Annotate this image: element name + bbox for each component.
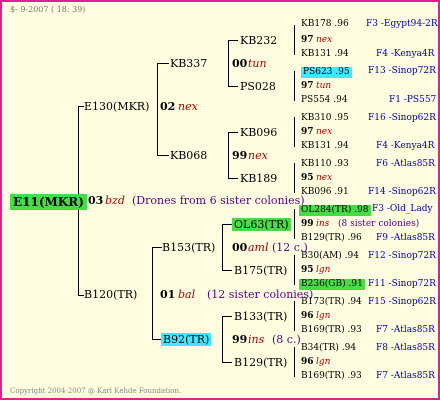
parent-2-code: bal (178, 288, 196, 301)
grandparent-2-code: nex (248, 149, 268, 162)
root-breeder-code: bzd (105, 194, 125, 207)
ggg-1-name: KB178 .96 (301, 19, 349, 29)
ggg-8-name: KB096 .91 (301, 187, 349, 197)
gg-8-year: 96 (301, 357, 314, 367)
ggg-6-name: KB131 .94 (301, 141, 349, 151)
grandparent-1-label[interactable]: KB337 (170, 58, 207, 69)
grandparent-3-label[interactable]: B153(TR) (162, 242, 215, 253)
great-grandparent-2-label[interactable]: PS028 (240, 81, 276, 92)
gg-2-year: 97 (301, 81, 314, 91)
great-grandparent-1-label[interactable]: KB232 (240, 35, 277, 46)
ggg-15-link[interactable]: F8 -Atlas85R (376, 344, 435, 353)
parent-1-code: nex (178, 100, 198, 113)
ggg-14-link[interactable]: F7 -Atlas85R (376, 326, 435, 335)
great-grandparent-7-label[interactable]: B133(TR) (234, 311, 287, 322)
ggg-4-name: PS554 .94 (301, 95, 348, 105)
great-grandparent-4-label[interactable]: KB189 (240, 173, 277, 184)
ggg-10-link[interactable]: F9 -Atlas85R (376, 234, 435, 243)
parent-2-label[interactable]: B120(TR) (84, 289, 137, 300)
copyright-footer: Copyright 2004-2007 @ Karl Kehde Foundat… (10, 387, 182, 395)
ggg-8-link[interactable]: F14 -Sinop62R (368, 188, 436, 197)
chart-timestamp: $- 9-2007 ( 18: 39) (10, 5, 86, 14)
grandparent-4-note: (8 c.) (272, 333, 301, 346)
ggg-12-link[interactable]: F11 -Sinop72R (368, 280, 436, 289)
gg-6-year: 95 (301, 265, 314, 275)
gg-7-code: lgn (316, 311, 331, 321)
ggg-14-name: B169(TR) .93 (301, 325, 362, 335)
ggg-3-link[interactable]: F13 -Sinop72R (368, 67, 436, 76)
great-grandparent-8-label[interactable]: B129(TR) (234, 357, 287, 368)
ggg-15-name: B34(TR) .94 (301, 343, 357, 353)
gg-6-code: lgn (316, 265, 331, 275)
root-queen-label[interactable]: E11(MKR) (10, 194, 87, 210)
gg-5-year: 99 (301, 219, 314, 229)
ggg-5-name: KB310 .95 (301, 113, 349, 123)
grandparent-4-label[interactable]: B92(TR) (161, 333, 212, 346)
gg-4-year: 95 (301, 173, 314, 183)
ggg-5-link[interactable]: F16 -Sinop62R (368, 114, 436, 123)
parent-2-note: (12 sister colonies) (207, 288, 314, 301)
parent-1-year: 02 (160, 100, 176, 113)
ggg-9-name: OL284(TR) .98 (299, 205, 371, 216)
gg-4-code: nex (316, 173, 333, 183)
grandparent-2-year: 99 (232, 149, 248, 162)
ggg-13-link[interactable]: F15 -Sinop62R (368, 298, 436, 307)
ggg-7-link[interactable]: F6 -Atlas85R (376, 160, 435, 169)
gg-3-code: nex (316, 127, 333, 137)
ggg-2-link[interactable]: F4 -Kenya4R (376, 50, 434, 59)
great-grandparent-6-label[interactable]: B175(TR) (234, 265, 287, 276)
parent-1-label[interactable]: E130(MKR) (84, 101, 149, 112)
grandparent-2-label[interactable]: KB068 (170, 150, 207, 161)
ggg-2-name: KB131 .94 (301, 49, 349, 59)
ggg-9-link[interactable]: F3 -Old_Lady (372, 205, 433, 214)
root-year: 03 (88, 194, 104, 207)
ggg-11-link[interactable]: F12 -Sinop72R (368, 252, 436, 261)
grandparent-3-code: aml (248, 241, 269, 254)
grandparent-4-year: 99 (232, 333, 248, 346)
parent-2-year: 01 (160, 288, 176, 301)
grandparent-4-code: ins (248, 333, 265, 346)
gg-7-year: 96 (301, 311, 314, 321)
great-grandparent-5-label[interactable]: OL63(TR) (232, 218, 291, 231)
grandparent-1-code: tun (248, 57, 267, 70)
gg-1-code: nex (316, 35, 333, 45)
ggg-10-name: B129(TR) .96 (301, 233, 362, 243)
pedigree-chart: $- 9-2007 ( 18: 39) E11(MKR) 03 bzd (Dro… (0, 0, 440, 400)
gg-5-note: (8 sister colonies) (338, 219, 420, 229)
ggg-16-link[interactable]: F7 -Atlas85R (376, 372, 435, 381)
gg-5-code: ins (316, 219, 330, 229)
ggg-1-link[interactable]: F3 -Egypt94-2R (366, 20, 438, 29)
gg-1-year: 97 (301, 35, 314, 45)
ggg-11-name: B30(AM) .94 (301, 251, 359, 261)
root-note: (Drones from 6 sister colonies) (132, 194, 305, 207)
gg-2-code: tun (316, 81, 332, 91)
ggg-4-link[interactable]: F1 -PS557 (389, 96, 436, 105)
grandparent-3-year: 00 (232, 241, 248, 254)
great-grandparent-3-label[interactable]: KB096 (240, 127, 277, 138)
gg-8-code: lgn (316, 357, 331, 367)
ggg-16-name: B169(TR) .93 (301, 371, 362, 381)
ggg-12-name: B236(GB) .91 (299, 279, 365, 290)
gg-3-year: 97 (301, 127, 314, 137)
ggg-6-link[interactable]: F4 -Kenya4R (376, 142, 434, 151)
grandparent-1-year: 00 (232, 57, 248, 70)
ggg-7-name: KB110 .93 (301, 159, 349, 169)
ggg-13-name: B173(TR) .94 (301, 297, 362, 307)
ggg-3-name: PS623 .95 (301, 67, 352, 78)
